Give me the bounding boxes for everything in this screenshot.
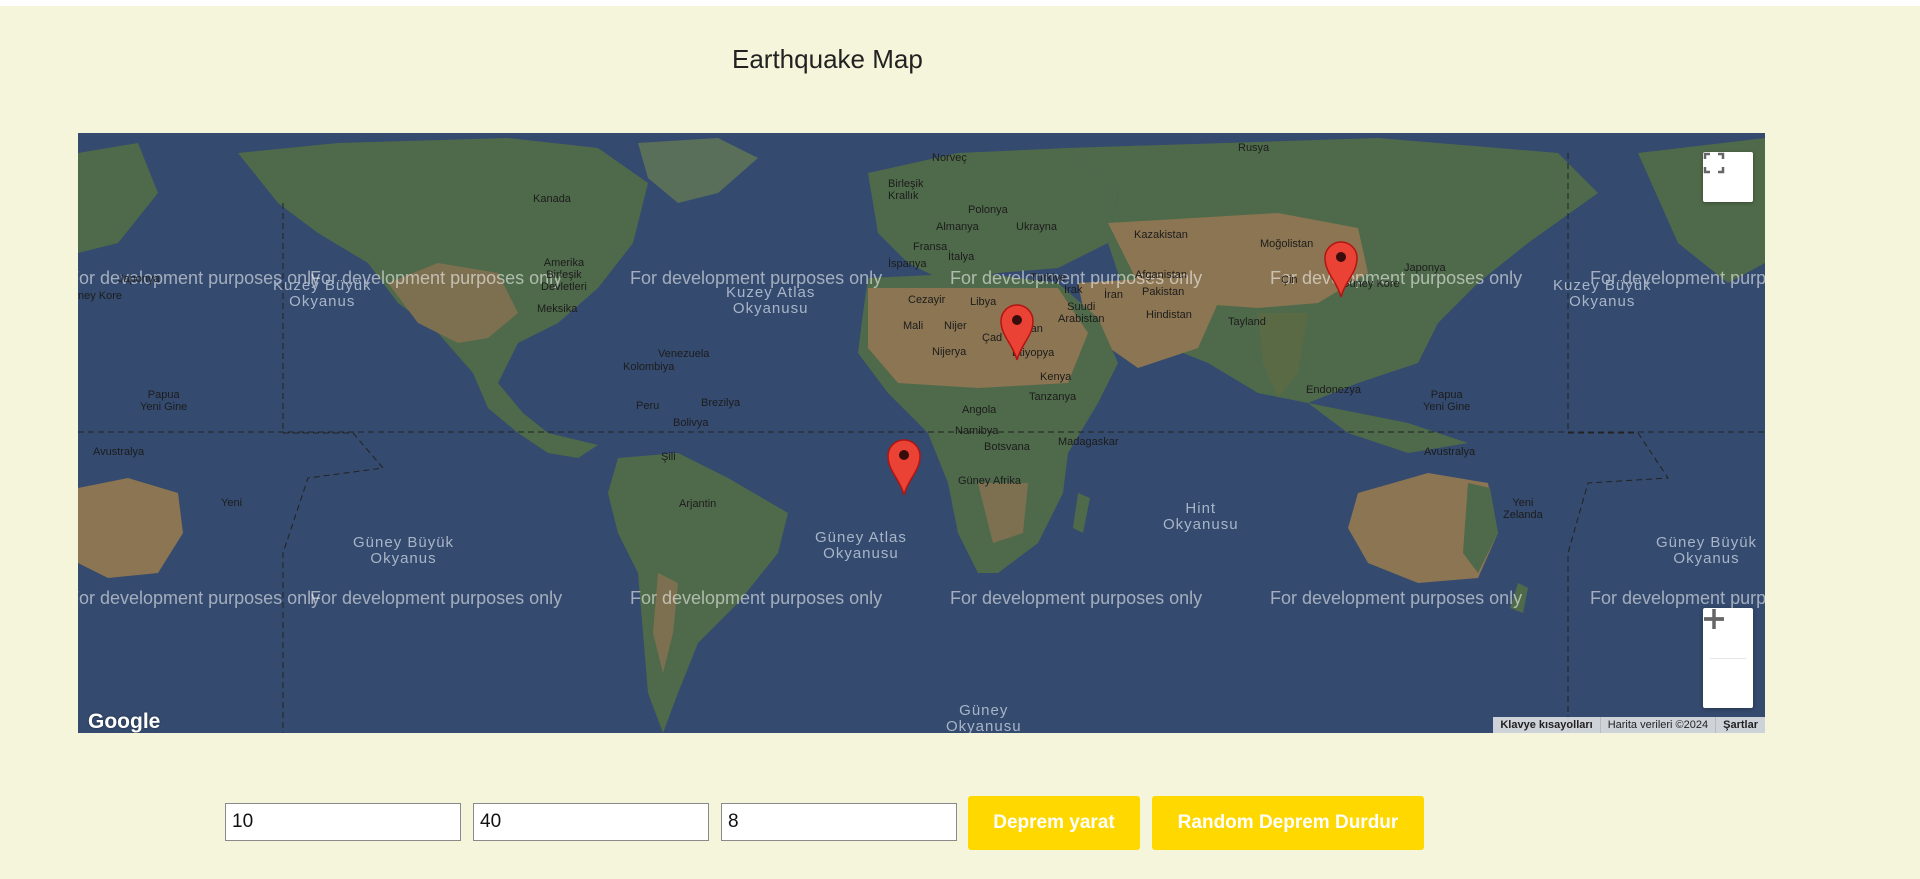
country-label: Suudi Arabistan [1058,301,1105,325]
country-label: Botsvana [984,441,1030,453]
map-data-text: Harita verileri ©2024 [1599,717,1715,733]
map-pin-icon[interactable] [886,437,922,497]
map-terrain [78,138,1765,733]
minus-icon [1704,617,1724,621]
page-title: Earthquake Map [732,44,923,74]
country-label: Brezilya [701,397,741,409]
stop-random-earthquake-button[interactable]: Random Deprem Durdur [1152,796,1424,850]
country-label: Yeni Zelanda [1503,497,1543,521]
country-label: Moğolistan [1260,238,1314,250]
country-label: Libya [970,296,997,308]
zoom-out-button[interactable] [1703,617,1753,708]
watermark-dev: For development purposes only [630,588,883,608]
watermark-dev: For development purposes only [78,588,321,608]
country-label: Nijer [944,320,967,332]
watermark-dev: For development purposes only [1590,588,1765,608]
country-label: Almanya [936,221,979,233]
country-label: Hindistan [1146,309,1192,321]
country-label: Kazakistan [1134,229,1188,241]
terms-link[interactable]: Şartlar [1715,717,1765,733]
map-attribution: Klavye kısayolları Harita verileri ©2024… [1493,717,1765,733]
country-label: Irak [1064,284,1083,296]
country-label: Tayland [1228,316,1266,328]
country-label: Çin [1281,274,1298,286]
country-label: Meksika [537,303,578,315]
keyboard-shortcuts-link[interactable]: Klavye kısayolları [1493,717,1599,733]
madagascar [1073,493,1090,533]
country-label: İtalya [948,251,975,263]
parameter-input-3[interactable] [721,803,957,841]
asia-edge-left [78,143,158,253]
country-label: Avustralya [1424,446,1476,458]
country-label: Güney Afrika [958,475,1021,487]
ocean-label: Güney Okyanusu [946,702,1022,734]
ocean-label: Güney Büyük Okyanus [1656,534,1758,567]
dateline-right [1567,153,1669,733]
country-label: ney Kore [78,290,123,302]
country-label: Kenya [1040,371,1072,383]
country-label: Kolombiya [623,361,675,373]
country-label: Türkiye [1030,272,1067,284]
country-label: İran [1104,289,1123,301]
australia-landmass-left [78,478,183,578]
parameter-input-2[interactable] [473,803,709,841]
country-label: Şili [661,451,676,463]
country-label: Japonya [1404,262,1446,274]
google-logo[interactable]: Google [88,710,160,733]
country-label: İspanya [888,258,927,270]
country-label: Afganistan [1135,269,1187,281]
country-label: Yeni [221,497,243,509]
country-label: Nijerya [932,346,967,358]
country-label: Ukrayna [1016,221,1057,233]
watermark-dev: For development purposes only [1270,588,1523,608]
parameter-input-1[interactable] [225,803,461,841]
ocean-label: Hint Okyanusu [1163,500,1239,533]
country-label: Papua Yeni Gine [1423,389,1471,413]
map-pin-icon[interactable] [1323,239,1359,299]
country-label: Madagaskar [1058,436,1119,448]
country-label: Namibya [955,425,999,437]
watermark-dev: For development purposes only [950,588,1203,608]
country-label: Kanada [533,193,571,205]
ocean-label: Kuzey Büyük Okyanus [1553,277,1652,310]
greenland [638,138,758,203]
country-label: Venezuela [658,348,710,360]
country-label: Cezayir [908,294,946,306]
country-label: Fransa [913,241,948,253]
ocean-label: Kuzey Atlas Okyanusu [726,284,816,317]
country-label: Bolivya [673,417,709,429]
map-container[interactable]: For development purposes only For develo… [78,133,1765,733]
country-label: Endonezya [1306,384,1362,396]
country-label: Tanzanya [1029,391,1077,403]
country-label: Amerika Birleşik Devletleri [541,257,587,293]
country-label: Papua Yeni Gine [140,389,188,413]
map-pin-icon[interactable] [999,302,1035,362]
country-label: Norveç [932,152,967,164]
zoom-control [1703,608,1753,708]
watermark-dev: For development purposes only [310,588,563,608]
country-label: Peru [636,400,660,412]
country-label: Angola [962,404,997,416]
ocean-label: Kuzey Büyük Okyanus [273,277,372,310]
create-earthquake-button[interactable]: Deprem yarat [968,796,1140,850]
country-label: Arjantin [679,498,717,510]
country-label: Polonya [968,204,1008,216]
ocean-label: Güney Atlas Okyanusu [815,529,907,562]
country-label: Japonya [118,273,160,285]
country-label: Rusya [1238,142,1270,154]
country-label: Birleşik Krallık [888,178,924,202]
ocean-label: Güney Büyük Okyanus [353,534,455,567]
country-label: Pakistan [1142,286,1185,298]
fullscreen-icon [1703,152,1725,174]
country-label: Mali [903,320,924,332]
page-background: Earthquake Map For development purposes … [0,6,1920,879]
country-label: Avustralya [93,446,145,458]
fullscreen-button[interactable] [1703,152,1753,202]
australia-coast-green [1463,483,1498,573]
